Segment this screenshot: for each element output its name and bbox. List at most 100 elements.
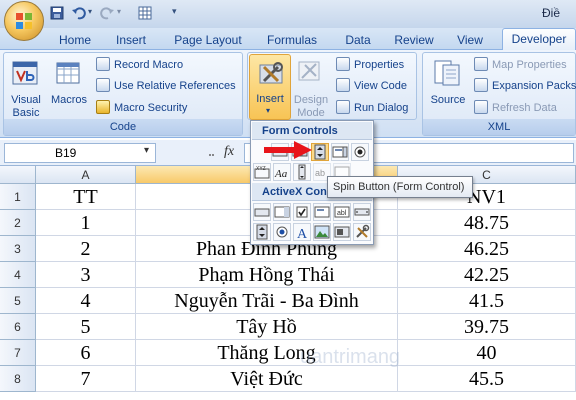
activex-check-box-icon[interactable]: [293, 203, 311, 221]
cell-a3[interactable]: 2: [36, 236, 136, 262]
list-box-control-icon[interactable]: [331, 143, 349, 161]
properties-icon: [336, 57, 350, 71]
visual-basic-button[interactable]: Visual Basic: [6, 94, 46, 120]
row-header[interactable]: 6: [0, 314, 36, 340]
formula-bar-divider-icon: [208, 150, 220, 158]
view-code-icon: [336, 78, 350, 92]
cell-b6[interactable]: Tây Hồ: [136, 314, 398, 340]
row-header[interactable]: 3: [0, 236, 36, 262]
activex-label-icon[interactable]: A: [293, 223, 311, 241]
refresh-data-icon: [474, 100, 488, 114]
column-header-a[interactable]: A: [36, 166, 136, 184]
expansion-packs-button[interactable]: Expansion Packs: [474, 76, 576, 96]
xml-group-label: XML: [423, 119, 575, 135]
redo-icon[interactable]: [100, 6, 114, 20]
office-button[interactable]: [4, 1, 44, 41]
tab-data[interactable]: Data: [336, 30, 380, 50]
activex-text-box-icon[interactable]: abl: [333, 203, 351, 221]
activex-toggle-button-icon[interactable]: [333, 223, 351, 241]
save-icon[interactable]: [50, 6, 64, 20]
use-relative-references-button[interactable]: Use Relative References: [96, 76, 236, 96]
tab-developer[interactable]: Developer: [502, 28, 576, 51]
activex-option-button-icon[interactable]: [273, 223, 291, 241]
record-macro-button[interactable]: Record Macro: [96, 55, 183, 75]
svg-text:A: A: [297, 227, 308, 240]
refresh-data-button[interactable]: Refresh Data: [474, 98, 557, 118]
cell-a8[interactable]: 7: [36, 366, 136, 392]
tab-insert[interactable]: Insert: [106, 30, 156, 50]
row-header[interactable]: 5: [0, 288, 36, 314]
cell-a1[interactable]: TT: [36, 184, 136, 210]
cell-c4[interactable]: 42.25: [398, 262, 576, 288]
warning-icon: [96, 100, 110, 114]
undo-dropdown-icon[interactable]: ▾: [88, 7, 92, 16]
name-box[interactable]: B19: [4, 143, 156, 163]
scroll-bar-control-icon[interactable]: [293, 163, 311, 181]
insert-function-button[interactable]: fx: [224, 144, 234, 160]
code-group-label: Code: [4, 119, 242, 135]
tab-home[interactable]: Home: [52, 30, 98, 50]
tools-icon: [259, 62, 283, 84]
cell-a4[interactable]: 3: [36, 262, 136, 288]
watermark: uantrimang: [300, 346, 401, 368]
activex-list-box-icon[interactable]: [313, 203, 331, 221]
cell-c3[interactable]: 46.25: [398, 236, 576, 262]
select-all-corner[interactable]: [0, 166, 36, 184]
cell-a2[interactable]: 1: [36, 210, 136, 236]
group-box-control-icon[interactable]: XYZ: [253, 163, 271, 181]
row-header[interactable]: 1: [0, 184, 36, 210]
insert-controls-button[interactable]: Insert ▾: [249, 54, 291, 120]
tab-page-layout[interactable]: Page Layout: [168, 30, 248, 50]
properties-button[interactable]: Properties: [336, 55, 404, 75]
activex-scroll-bar-icon[interactable]: [353, 203, 371, 221]
source-button[interactable]: Source: [428, 94, 468, 107]
activex-button-icon[interactable]: [253, 203, 271, 221]
name-box-dropdown-icon[interactable]: ▾: [144, 145, 149, 156]
customize-qat-icon[interactable]: ▾: [172, 6, 177, 17]
cell-a7[interactable]: 6: [36, 340, 136, 366]
design-mode-button[interactable]: Design Mode: [292, 94, 330, 120]
cell-a6[interactable]: 5: [36, 314, 136, 340]
office-logo-icon: [16, 13, 32, 29]
row-header[interactable]: 4: [0, 262, 36, 288]
cell-c6[interactable]: 39.75: [398, 314, 576, 340]
table-icon[interactable]: [138, 6, 152, 20]
tab-review[interactable]: Review: [388, 30, 440, 50]
macro-security-button[interactable]: Macro Security: [96, 98, 187, 118]
svg-text:abl: abl: [337, 210, 347, 217]
row-header[interactable]: 2: [0, 210, 36, 236]
cell-b5[interactable]: Nguyễn Trãi - Ba Đình: [136, 288, 398, 314]
activex-spin-button-icon[interactable]: [253, 223, 271, 241]
cell-a5[interactable]: 4: [36, 288, 136, 314]
redo-dropdown-icon[interactable]: ▾: [117, 7, 121, 16]
view-code-button[interactable]: View Code: [336, 76, 407, 96]
cell-c8[interactable]: 45.5: [398, 366, 576, 392]
undo-icon[interactable]: [72, 6, 86, 20]
label-control-icon[interactable]: Aa: [273, 163, 291, 181]
activex-image-icon[interactable]: [313, 223, 331, 241]
cell-b8[interactable]: Việt Đức: [136, 366, 398, 392]
row-header[interactable]: 8: [0, 366, 36, 392]
cell-c2[interactable]: 48.75: [398, 210, 576, 236]
option-button-control-icon[interactable]: [351, 143, 369, 161]
record-macro-icon: [96, 57, 110, 71]
macros-button[interactable]: Macros: [48, 94, 90, 107]
row-header[interactable]: 7: [0, 340, 36, 366]
map-properties-button[interactable]: Map Properties: [474, 55, 567, 75]
map-properties-icon: [474, 57, 488, 71]
cell-b4[interactable]: Phạm Hồng Thái: [136, 262, 398, 288]
tab-formulas[interactable]: Formulas: [260, 30, 324, 50]
more-controls-icon[interactable]: [353, 223, 371, 241]
cell-c5[interactable]: 41.5: [398, 288, 576, 314]
window-title: Điề: [542, 6, 561, 20]
red-arrow-icon: [264, 141, 312, 159]
visual-basic-icon: [12, 61, 38, 85]
spin-button-tooltip: Spin Button (Form Control): [327, 176, 473, 198]
expansion-packs-icon: [474, 78, 488, 92]
title-bar: ▾ ▾ ▾ Điề: [0, 0, 576, 28]
tab-view[interactable]: View: [448, 30, 492, 50]
activex-combo-box-icon[interactable]: [273, 203, 291, 221]
svg-text:XYZ: XYZ: [256, 166, 266, 172]
cell-c7[interactable]: 40: [398, 340, 576, 366]
run-dialog-button[interactable]: Run Dialog: [336, 98, 408, 118]
